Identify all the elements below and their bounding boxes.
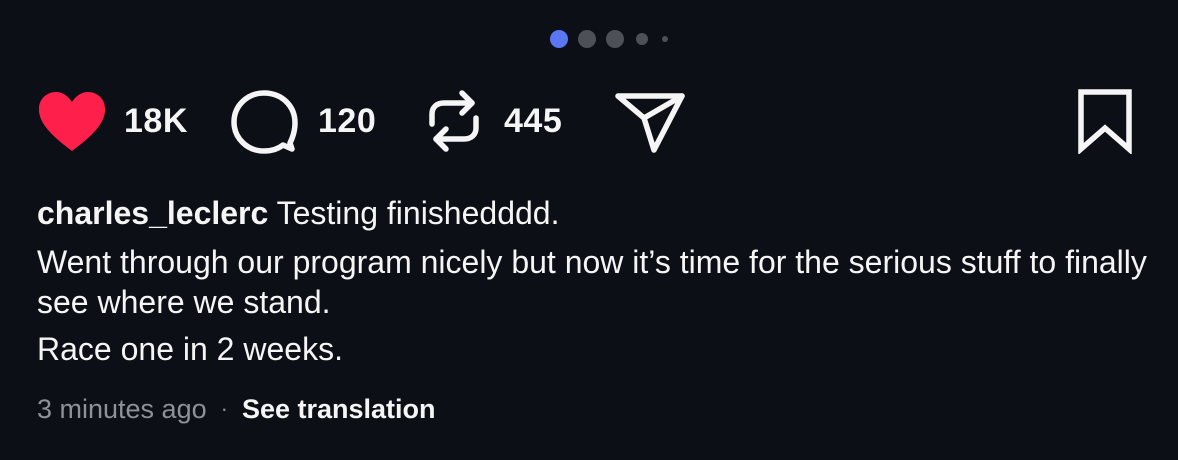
- caption-text-second: Went through our program nicely but now …: [37, 244, 1147, 320]
- carousel-indicator: [550, 30, 668, 48]
- comment-bubble-icon: [231, 90, 298, 154]
- save-button[interactable]: [1076, 86, 1134, 156]
- carousel-dot: [578, 30, 596, 48]
- comment-button[interactable]: 120: [230, 86, 376, 156]
- bookmark-icon: [1078, 89, 1132, 154]
- repost-button[interactable]: 445: [424, 86, 562, 156]
- post-timestamp: 3 minutes ago: [37, 394, 207, 424]
- carousel-dot: [636, 33, 648, 45]
- caption-text-third: Race one in 2 weeks.: [37, 331, 343, 367]
- post-action-bar: 18K 120 445: [36, 86, 1138, 156]
- post-caption: charles_leclerc Testing finishedddd. Wen…: [37, 192, 1152, 370]
- post-meta: 3 minutes ago · See translation: [37, 391, 436, 427]
- heart-icon: [38, 92, 106, 151]
- meta-separator: ·: [220, 396, 228, 421]
- carousel-dot: [606, 30, 624, 48]
- caption-text-first: Testing finishedddd.: [276, 195, 560, 231]
- like-button[interactable]: 18K: [36, 86, 188, 156]
- repost-count: 445: [504, 101, 563, 140]
- carousel-dot-active: [550, 30, 568, 48]
- caption-first-line: charles_leclerc Testing finishedddd.: [37, 192, 1152, 234]
- like-count: 18K: [124, 101, 188, 140]
- see-translation-link[interactable]: See translation: [242, 391, 436, 427]
- author-username[interactable]: charles_leclerc: [37, 195, 268, 231]
- paper-plane-icon: [615, 93, 685, 153]
- carousel-dot: [662, 36, 668, 42]
- comment-count: 120: [318, 101, 377, 140]
- repost-icon: [429, 90, 479, 152]
- share-button[interactable]: [614, 86, 686, 156]
